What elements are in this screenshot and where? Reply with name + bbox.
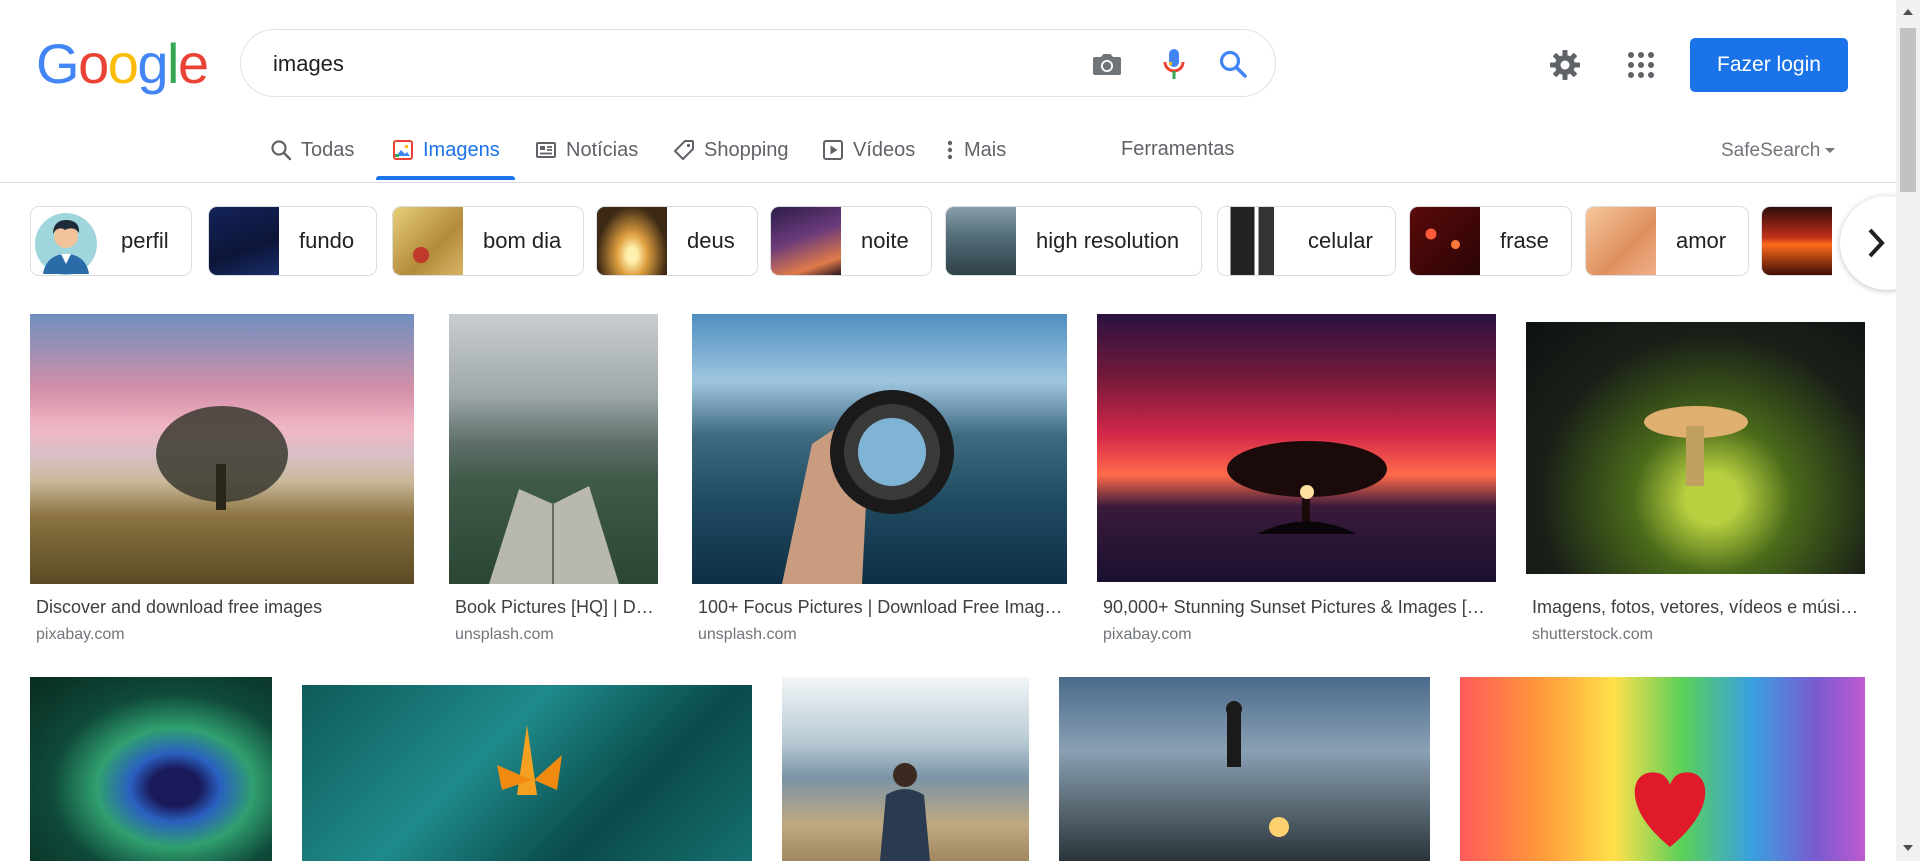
chip-partial[interactable] [1761,206,1832,276]
chip-thumbnail [1762,207,1832,275]
chip-perfil[interactable]: perfil [30,206,192,276]
result-source[interactable]: unsplash.com [698,626,797,644]
result-source[interactable]: pixabay.com [1103,626,1192,644]
microphone-icon[interactable] [1157,47,1191,81]
caret-down-icon [1825,148,1836,153]
tab-shopping[interactable]: Shopping [673,120,789,180]
search-icon[interactable] [1216,47,1250,81]
tab-label: Todas [301,138,355,161]
chip-noite[interactable]: noite [770,206,932,276]
chip-high-resolution[interactable]: high resolution [945,206,1203,276]
result-source[interactable]: pixabay.com [36,626,125,644]
chip-label: amor [1676,228,1727,253]
chip-thumbnail [31,207,101,275]
result-image[interactable] [30,677,272,861]
result-image[interactable] [692,314,1067,584]
chip-label: noite [861,228,909,253]
result-title[interactable]: 100+ Focus Pictures | Download Free Imag… [698,597,1063,618]
chip-amor[interactable]: amor [1585,206,1750,276]
chip-thumbnail [1586,207,1656,275]
scroll-thumb[interactable] [1900,28,1916,192]
search-tabs: Todas Imagens Notícias Shopping Vídeos M… [0,120,1896,183]
chip-label: bom dia [483,228,562,253]
logo-letter: G [36,32,80,95]
sign-in-button[interactable]: Fazer login [1690,38,1848,92]
result-image[interactable] [1526,322,1865,574]
scroll-up-arrow-icon[interactable] [1903,9,1913,15]
result-image[interactable] [782,677,1029,861]
more-vert-icon [947,140,953,160]
chip-thumbnail [597,207,667,275]
safesearch-label: SafeSearch [1721,140,1821,161]
settings-gear-icon[interactable] [1547,47,1583,83]
tab-images[interactable]: Imagens [392,120,500,180]
result-image[interactable] [1059,677,1430,861]
logo-letter: g [137,32,168,95]
chip-thumbnail [209,207,279,275]
active-tab-indicator [376,176,515,180]
play-icon [823,140,843,160]
chip-bom-dia[interactable]: bom dia [392,206,585,276]
result-title[interactable]: Discover and download free images [36,597,414,618]
chip-label: deus [687,228,735,253]
chip-label: celular [1308,228,1373,253]
tab-videos[interactable]: Vídeos [822,120,915,180]
camera-icon[interactable] [1090,47,1124,81]
result-image[interactable] [1460,677,1865,861]
result-title[interactable]: Imagens, fotos, vetores, vídeos e música… [1532,597,1865,618]
tab-label: Imagens [423,138,500,161]
chip-thumbnail [771,207,841,275]
apps-grid-icon[interactable] [1623,47,1659,83]
chip-thumbnail [1410,207,1480,275]
chip-celular[interactable]: celular [1217,206,1396,276]
chip-fundo[interactable]: fundo [208,206,378,276]
tab-all[interactable]: Todas [270,120,354,180]
chip-frase[interactable]: frase [1409,206,1572,276]
scroll-down-arrow-icon[interactable] [1903,845,1913,851]
result-title[interactable]: Book Pictures [HQ] | Download ... [455,597,660,618]
related-searches-chips: perfil fundo bom dia deus noite high res… [30,206,1832,278]
logo-letter: e [177,32,209,95]
chip-thumbnail [393,207,463,275]
result-image[interactable] [1097,314,1496,582]
image-icon [393,140,413,160]
tab-news[interactable]: Notícias [535,120,638,180]
tab-label: Mais [964,138,1007,161]
tab-label: Notícias [566,138,639,161]
search-input[interactable] [271,30,1035,98]
search-icon [271,140,292,161]
result-image[interactable] [30,314,414,584]
search-box[interactable] [240,29,1276,98]
chip-deus[interactable]: deus [596,206,758,276]
tag-icon [674,140,694,160]
news-icon [536,142,556,158]
google-logo[interactable]: Google [36,32,209,95]
chip-label: fundo [299,228,355,253]
chip-label: high resolution [1036,228,1180,253]
chevron-right-icon [1868,228,1885,258]
tools-button[interactable]: Ferramentas [1121,138,1234,161]
page-scrollbar[interactable] [1896,0,1920,861]
chip-thumbnail [1218,207,1288,275]
logo-letter: l [167,32,179,95]
result-source[interactable]: unsplash.com [455,626,554,644]
chip-thumbnail [946,207,1016,275]
logo-letter: o [78,32,109,95]
result-image[interactable] [449,314,658,584]
tab-label: Shopping [704,138,789,161]
chip-label: frase [1500,228,1549,253]
tab-more[interactable]: Mais [945,120,1006,180]
tab-label: Vídeos [853,138,916,161]
logo-letter: o [107,32,139,95]
safesearch-dropdown[interactable]: SafeSearch [1721,140,1836,162]
result-source[interactable]: shutterstock.com [1532,626,1653,644]
chip-label: perfil [121,228,169,253]
result-image[interactable] [302,685,752,861]
result-title[interactable]: 90,000+ Stunning Sunset Pictures & Image… [1103,597,1493,618]
